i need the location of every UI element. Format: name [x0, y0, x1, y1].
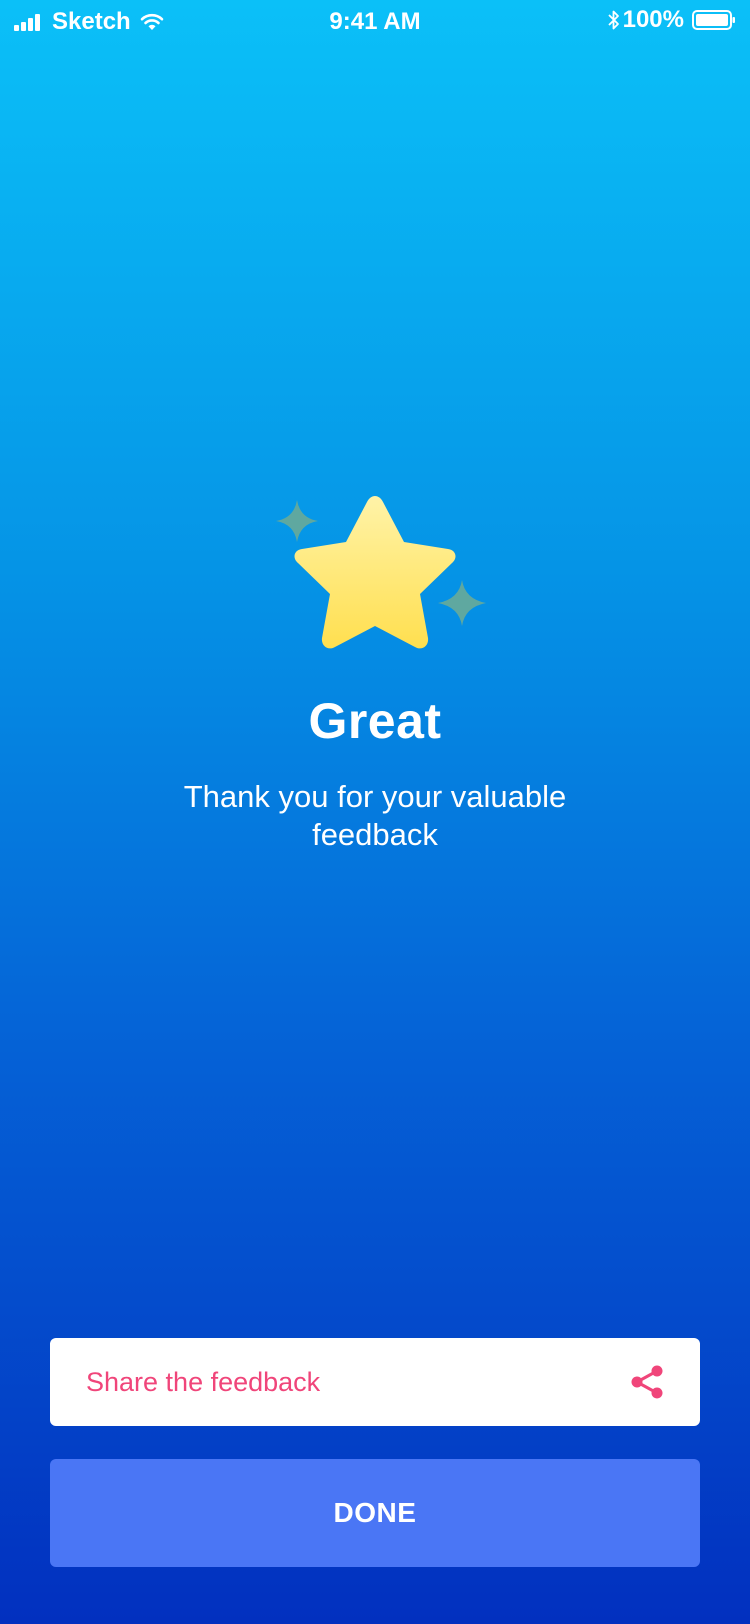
done-label: DONE [333, 1497, 417, 1528]
share-feedback-label: Share the feedback [86, 1366, 321, 1397]
sparkle-icon [438, 580, 486, 626]
share-icon [631, 1365, 663, 1399]
done-button[interactable]: DONE [50, 1459, 700, 1567]
battery-icon [692, 10, 735, 30]
bluetooth-icon [607, 10, 619, 30]
battery-percent: 100% [622, 6, 684, 33]
star-illustration [276, 496, 486, 649]
status-right: 100% [607, 6, 736, 34]
page-title: Great [308, 693, 442, 749]
star-icon [294, 496, 456, 649]
page-subtitle: Thank you for your valuable feedback [183, 779, 567, 852]
status-bar: Sketch 9:41 AM 100% [0, 0, 750, 44]
feedback-success-screen: Sketch 9:41 AM 100% Great Thank you for … [0, 0, 750, 1624]
sparkle-icon [276, 500, 318, 542]
share-feedback-button[interactable]: Share the feedback [50, 1338, 700, 1426]
